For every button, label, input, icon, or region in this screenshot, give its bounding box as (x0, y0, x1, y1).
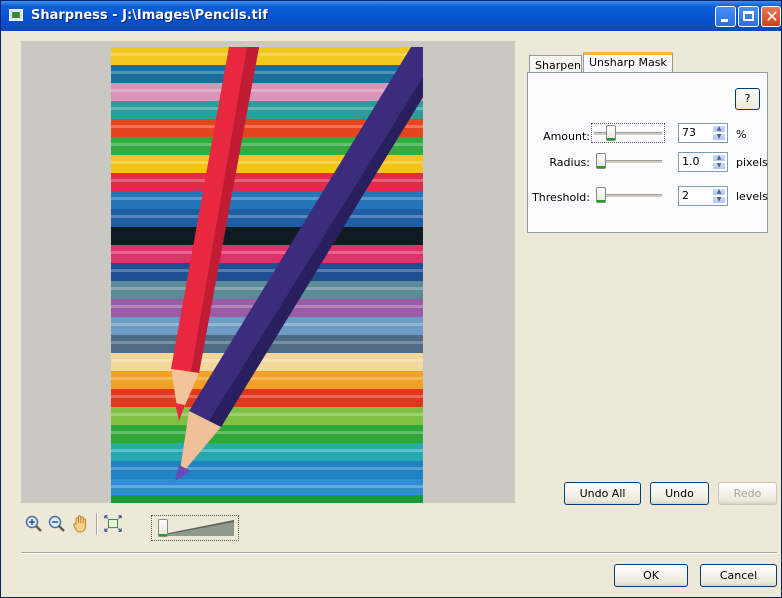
spin-up-icon[interactable]: ▲ (712, 125, 726, 133)
spin-up-icon[interactable]: ▲ (712, 188, 726, 196)
radius-label: Radius: (549, 156, 590, 169)
threshold-value[interactable]: 2 (682, 189, 689, 202)
tab-sharpen[interactable]: Sharpen (529, 55, 582, 73)
pencils-illustration (171, 47, 423, 481)
close-button[interactable]: ✕ (761, 6, 781, 27)
fit-to-window-icon[interactable] (103, 513, 123, 535)
amount-unit: % (736, 128, 747, 141)
window-title: Sharpness - J:\Images\Pencils.tif (31, 8, 268, 23)
redo-button[interactable]: Redo (718, 482, 777, 505)
undo-all-button[interactable]: Undo All (564, 482, 641, 505)
spin-down-icon[interactable]: ▼ (712, 162, 726, 170)
amount-slider[interactable] (591, 123, 665, 143)
zoom-in-icon[interactable] (24, 513, 44, 535)
hand-pan-icon[interactable] (71, 513, 91, 535)
footer-separator (21, 552, 777, 554)
amount-slider-thumb[interactable] (606, 125, 616, 141)
app-icon (9, 9, 23, 21)
minimize-icon (721, 19, 728, 22)
radius-spinner[interactable]: 1.0 ▲ ▼ (678, 152, 728, 172)
amount-spinner[interactable]: 73 ▲ ▼ (678, 123, 728, 143)
threshold-spinner[interactable]: 2 ▲ ▼ (678, 186, 728, 206)
cancel-button[interactable]: Cancel (700, 564, 777, 587)
help-button[interactable]: ? (735, 88, 760, 110)
sharpness-dialog: Sharpness - J:\Images\Pencils.tif ✕ Shar… (0, 0, 782, 598)
radius-slider-thumb[interactable] (596, 153, 606, 169)
amount-value[interactable]: 73 (682, 126, 696, 139)
radius-unit: pixels (736, 156, 768, 169)
minimize-button[interactable] (715, 6, 736, 27)
maximize-icon (743, 11, 754, 21)
close-icon: ✕ (765, 7, 779, 26)
ok-button[interactable]: OK (614, 564, 688, 587)
threshold-slider-thumb[interactable] (596, 187, 606, 203)
threshold-slider[interactable] (594, 186, 664, 204)
zoom-out-icon[interactable] (47, 513, 67, 535)
zoom-slider-wedge (164, 520, 234, 536)
zoom-slider[interactable] (151, 515, 239, 541)
amount-label: Amount: (543, 130, 590, 143)
toolbar-divider (96, 513, 98, 535)
image-preview[interactable] (21, 41, 515, 503)
zoom-slider-thumb[interactable] (158, 519, 168, 537)
unsharp-mask-panel: ? Amount: 73 ▲ ▼ % Radius: 1.0 ▲ ▼ pixels … (527, 72, 768, 233)
spin-up-icon[interactable]: ▲ (712, 154, 726, 162)
pencils-photo (111, 47, 423, 503)
threshold-unit: levels (736, 190, 768, 203)
spin-down-icon[interactable]: ▼ (712, 196, 726, 204)
spin-down-icon[interactable]: ▼ (712, 133, 726, 141)
threshold-label: Threshold: (532, 191, 590, 204)
radius-slider[interactable] (594, 152, 664, 170)
radius-value[interactable]: 1.0 (682, 155, 700, 168)
tab-unsharp-mask[interactable]: Unsharp Mask (583, 52, 673, 73)
maximize-button[interactable] (738, 6, 759, 27)
title-bar[interactable]: Sharpness - J:\Images\Pencils.tif ✕ (1, 1, 781, 31)
undo-button[interactable]: Undo (650, 482, 709, 505)
